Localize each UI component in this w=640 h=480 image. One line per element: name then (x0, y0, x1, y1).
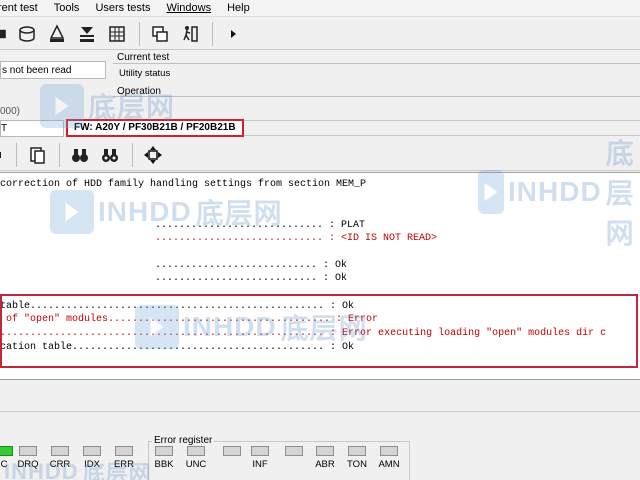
menu-current-test[interactable]: rent test (0, 2, 46, 14)
bottom-panel (0, 382, 640, 412)
play-icon (230, 29, 236, 38)
error-led-unc: UNC (182, 446, 210, 470)
drive-family-field: T (0, 120, 64, 137)
toolbar-separator (132, 142, 133, 167)
led-indicator (251, 446, 269, 456)
led-indicator (187, 446, 205, 456)
led-indicator (380, 446, 398, 456)
log-line: correction of HDD family handling settin… (0, 179, 367, 190)
menu-help[interactable]: Help (219, 2, 258, 14)
led-label: BBK (154, 459, 174, 470)
run-button[interactable] (219, 21, 246, 47)
menu-tools[interactable]: Tools (46, 2, 88, 14)
status-led-drq: DRQ (14, 446, 42, 470)
led-indicator (223, 446, 241, 456)
log-line: ........................... : Ok (155, 273, 348, 284)
error-led-bbk: BBK (150, 446, 178, 470)
error-led-abr: ABR (311, 446, 339, 470)
hdd-icon (18, 25, 35, 42)
exit-icon (182, 25, 198, 42)
chip-icon (0, 29, 6, 38)
toolbar-separator (212, 21, 213, 46)
log-output[interactable]: correction of HDD family handling settin… (0, 172, 640, 380)
error-led-blank-2 (280, 446, 308, 459)
menu-windows[interactable]: Windows (158, 2, 219, 14)
led-indicator (348, 446, 366, 456)
toolbar-separator (59, 142, 60, 167)
error-led-inf: INF (246, 446, 274, 470)
led-indicator (19, 446, 37, 456)
led-label: TON (347, 459, 367, 470)
menu-bar: rent test Tools Users tests Windows Help (0, 0, 640, 17)
info-bar (244, 120, 640, 136)
find-button[interactable] (66, 142, 93, 168)
exit-button[interactable] (176, 21, 203, 47)
led-indicator (285, 446, 303, 456)
bar-icon (0, 151, 1, 158)
table-button[interactable] (103, 21, 130, 47)
status-led-err: ERR (110, 446, 138, 470)
led-label: ABR (315, 459, 335, 470)
windows-icon (151, 25, 168, 42)
move-arrows-icon (143, 145, 162, 164)
move-button[interactable] (139, 142, 166, 168)
log-toolbar (0, 139, 640, 171)
led-indicator (83, 446, 101, 456)
disk-button[interactable] (13, 21, 40, 47)
firmware-info: FW: A20Y / PF30B21B / PF20B21B (66, 119, 244, 137)
led-indicator (115, 446, 133, 456)
highlight-frame (0, 294, 638, 368)
surface-icon (79, 26, 94, 42)
current-test-label: Current test (117, 52, 170, 63)
head-test-button[interactable] (43, 21, 70, 47)
error-register-label: Error register (152, 435, 215, 446)
log-bar-button[interactable] (0, 142, 7, 168)
error-led-blank (218, 446, 246, 459)
led-indicator (51, 446, 69, 456)
surface-test-button[interactable] (73, 21, 100, 47)
log-line: ............................ : PLAT (155, 220, 366, 231)
grid-icon (108, 25, 125, 42)
led-indicator (155, 446, 173, 456)
current-test-value: Utility status (113, 63, 640, 83)
copy-log-button[interactable] (23, 142, 50, 168)
toolbar-separator (16, 142, 17, 167)
operation-value (113, 96, 640, 118)
log-line: ............................ : <ID IS NO… (155, 233, 438, 244)
log-line: ........................... : Ok (155, 260, 348, 271)
drive-status-field: s not been read (0, 61, 106, 79)
led-label: UNC (185, 459, 207, 470)
led-label: ERR (113, 459, 135, 470)
led-label: INF (252, 459, 268, 470)
menu-users-tests[interactable]: Users tests (87, 2, 158, 14)
heads-icon (49, 23, 64, 42)
status-led-idx: IDX (78, 446, 106, 470)
error-led-amn: AMN (375, 446, 403, 470)
toolbar-separator (139, 21, 140, 46)
led-indicator (0, 446, 13, 456)
binoculars-icon (71, 148, 88, 162)
led-label: AMN (378, 459, 400, 470)
status-led-crr: CRR (46, 446, 74, 470)
clipboard-icon (29, 146, 45, 164)
led-label: DRQ (17, 459, 39, 470)
error-led-ton: TON (343, 446, 371, 470)
drive-model-text: 000) (0, 106, 21, 117)
led-indicator (316, 446, 334, 456)
find-next-button[interactable] (96, 142, 123, 168)
copy-window-button[interactable] (146, 21, 173, 47)
led-label: IDX (84, 459, 100, 470)
chip-button[interactable] (0, 21, 10, 47)
binoculars-next-icon (101, 148, 118, 162)
led-label: CRR (49, 459, 71, 470)
main-toolbar (0, 18, 640, 50)
